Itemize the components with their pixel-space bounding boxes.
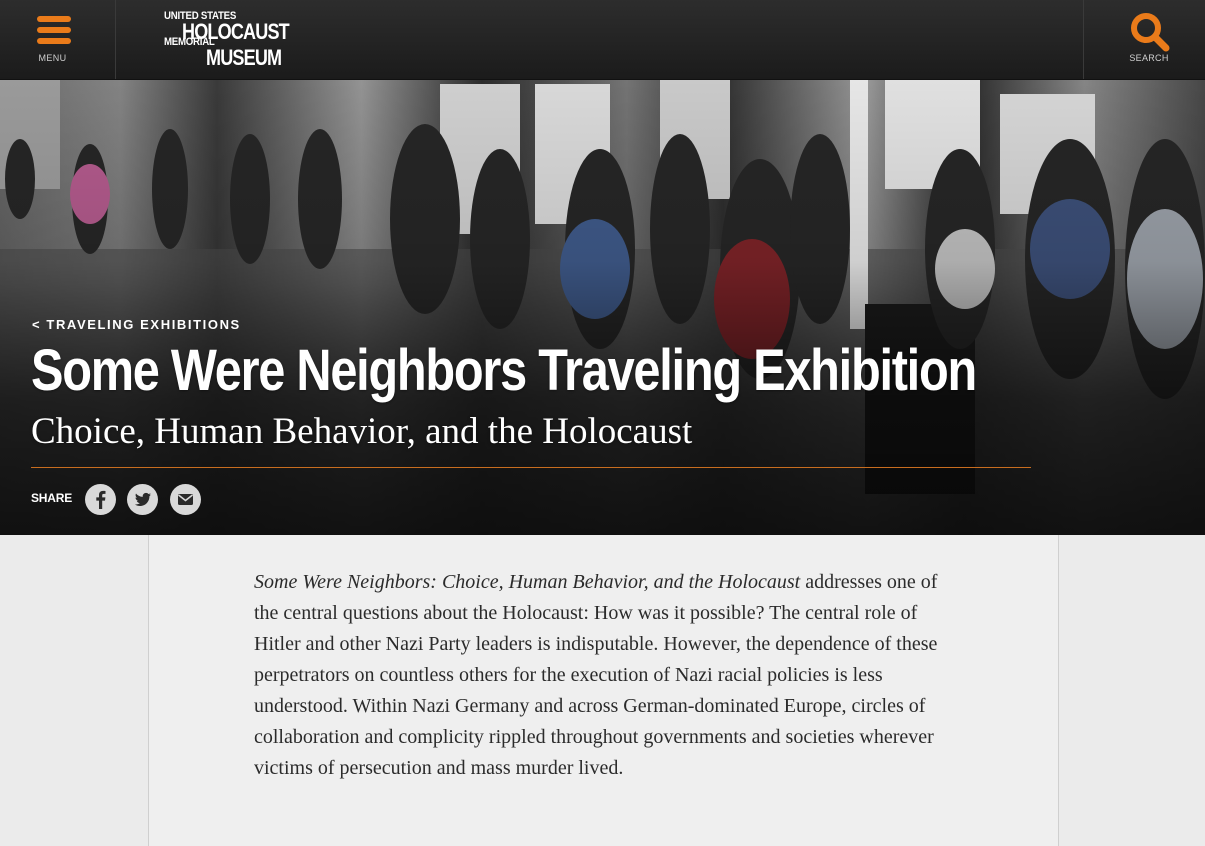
search-icon: [1131, 13, 1170, 52]
search-label: SEARCH: [1129, 53, 1169, 63]
twitter-icon[interactable]: [127, 484, 158, 515]
logo-line-4: MUSEUM: [206, 45, 282, 70]
intro-body-text: addresses one of the central questions a…: [254, 571, 938, 779]
intro-paragraph: Some Were Neighbors: Choice, Human Behav…: [254, 567, 954, 784]
page-subtitle: Choice, Human Behavior, and the Holocaus…: [31, 411, 693, 452]
search-button[interactable]: SEARCH: [1083, 0, 1205, 79]
breadcrumb-link[interactable]: < TRAVELING EXHIBITIONS: [32, 317, 241, 332]
facebook-icon[interactable]: [85, 484, 116, 515]
hamburger-menu-icon: [37, 16, 71, 46]
intro-exhibition-title: Some Were Neighbors: Choice, Human Behav…: [254, 571, 801, 593]
email-icon[interactable]: [170, 484, 201, 515]
top-navigation-bar: MENU UNITED STATES HOLOCAUST MEMORIAL MU…: [0, 0, 1205, 80]
hero-banner: < TRAVELING EXHIBITIONS Some Were Neighb…: [0, 79, 1205, 535]
menu-button[interactable]: MENU: [0, 0, 116, 79]
page-title: Some Were Neighbors Traveling Exhibition: [31, 338, 977, 403]
share-label: SHARE: [31, 491, 73, 505]
museum-logo[interactable]: UNITED STATES HOLOCAUST MEMORIAL MUSEUM: [164, 10, 290, 70]
menu-label: MENU: [38, 53, 67, 63]
title-divider: [31, 467, 1031, 468]
